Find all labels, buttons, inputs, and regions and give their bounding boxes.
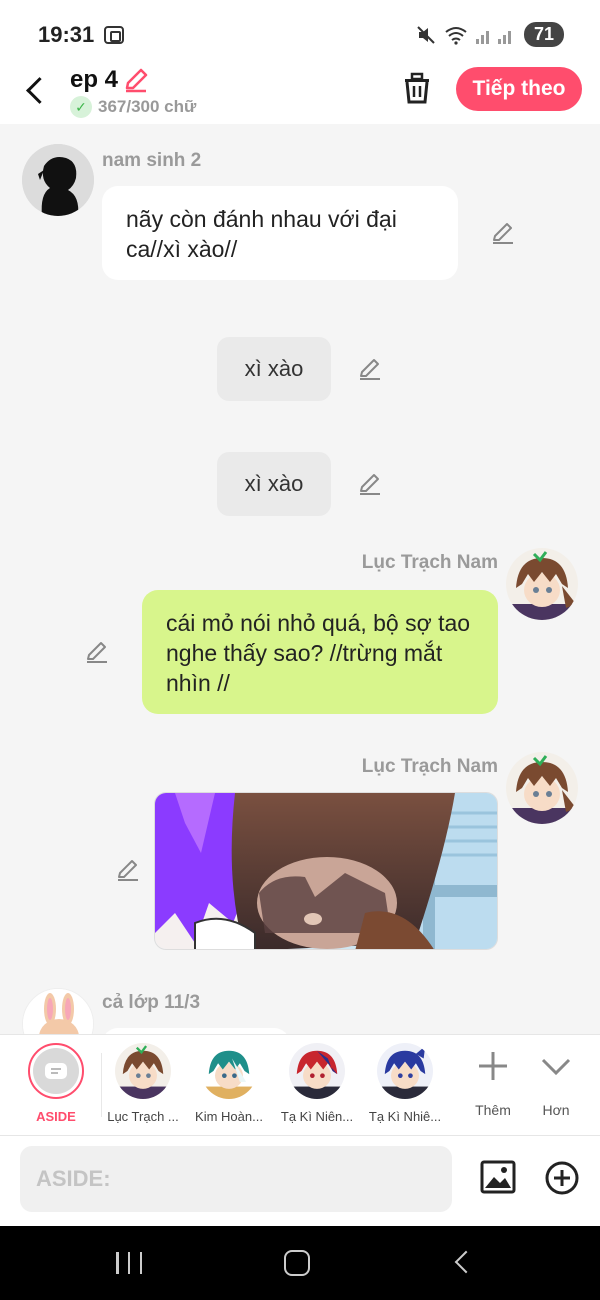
add-circle-icon[interactable] bbox=[544, 1160, 580, 1196]
status-icons: 71 bbox=[416, 22, 564, 47]
image-message[interactable] bbox=[154, 792, 498, 950]
screen-record-icon bbox=[104, 26, 124, 44]
sound-effect-bubble[interactable]: xì xào bbox=[217, 337, 331, 401]
aside-button[interactable]: ASIDE bbox=[26, 1043, 86, 1124]
more-label: Hơn bbox=[542, 1102, 570, 1118]
editor-header: ep 4 ✓ 367/300 chữ Tiếp theo bbox=[0, 64, 600, 124]
add-character-button[interactable]: Thêm bbox=[463, 1049, 523, 1118]
character-avatar bbox=[289, 1043, 345, 1099]
edit-icon[interactable] bbox=[115, 857, 141, 883]
check-icon: ✓ bbox=[70, 96, 92, 118]
add-label: Thêm bbox=[475, 1102, 511, 1118]
character-item[interactable]: Lục Trạch ... bbox=[98, 1043, 188, 1124]
speaker-name: nam sinh 2 bbox=[102, 150, 202, 171]
sound-effect-bubble[interactable]: xì xào bbox=[217, 452, 331, 516]
next-button[interactable]: Tiếp theo bbox=[456, 67, 582, 111]
word-count: ✓ 367/300 chữ bbox=[70, 96, 196, 118]
character-name: Kim Hoàn... bbox=[195, 1109, 263, 1124]
character-item[interactable]: Kim Hoàn... bbox=[184, 1043, 274, 1124]
character-name: Tạ Kì Niên... bbox=[280, 1109, 354, 1124]
mute-icon bbox=[417, 25, 435, 44]
speaker-name: Lục Trạch Nam bbox=[361, 552, 498, 573]
trash-icon[interactable] bbox=[402, 72, 432, 104]
system-nav-bar bbox=[0, 1226, 600, 1300]
chevron-down-icon bbox=[541, 1058, 571, 1076]
character-avatar bbox=[201, 1043, 257, 1099]
wifi-icon bbox=[445, 26, 467, 45]
battery-level: 71 bbox=[523, 22, 564, 47]
plus-icon bbox=[479, 1052, 507, 1080]
rabbit-icon bbox=[23, 989, 93, 1034]
avatar-nam-sinh-2[interactable] bbox=[22, 144, 94, 216]
message-input[interactable] bbox=[20, 1146, 452, 1212]
speaker-name: Lục Trạch Nam bbox=[361, 756, 498, 777]
edit-icon[interactable] bbox=[357, 471, 383, 497]
image-icon[interactable] bbox=[480, 1160, 516, 1194]
message-bubble[interactable]: nãy còn đánh nhau với đại ca//xì xào// bbox=[102, 186, 458, 280]
more-characters-button[interactable]: Hơn bbox=[526, 1049, 586, 1118]
aside-ring bbox=[28, 1043, 84, 1099]
scene-image bbox=[155, 793, 497, 949]
input-bar bbox=[0, 1136, 600, 1226]
speaker-name: cả lớp 11/3 bbox=[102, 992, 201, 1013]
edit-title-icon[interactable] bbox=[122, 66, 150, 94]
character-bar: ASIDE Lục Trạch ... Kim Hoàn... Tạ Kì Ni… bbox=[0, 1034, 600, 1136]
avatar-luc-trach-nam[interactable] bbox=[506, 548, 578, 620]
back-button[interactable] bbox=[22, 72, 52, 108]
character-avatar bbox=[115, 1043, 171, 1099]
avatar-ca-lop[interactable] bbox=[22, 988, 94, 1034]
character-portrait bbox=[506, 752, 578, 824]
signal-icon bbox=[475, 30, 511, 44]
edit-icon[interactable] bbox=[490, 220, 516, 246]
home-button[interactable] bbox=[284, 1250, 310, 1276]
character-name: Lục Trạch ... bbox=[107, 1109, 179, 1124]
character-name: Tạ Kì Nhiê... bbox=[368, 1109, 442, 1124]
episode-title[interactable]: ep 4 bbox=[70, 66, 118, 94]
recent-apps-button[interactable] bbox=[116, 1252, 142, 1274]
edit-icon[interactable] bbox=[357, 356, 383, 382]
status-time: 19:31 bbox=[38, 22, 95, 47]
character-item[interactable]: Tạ Kì Nhiê... bbox=[360, 1043, 450, 1124]
message-bubble[interactable]: cái mỏ nói nhỏ quá, bộ sợ tao nghe thấy … bbox=[142, 590, 498, 714]
status-bar: 19:31 71 bbox=[0, 0, 600, 64]
chat-bubble-icon bbox=[45, 1063, 67, 1079]
character-portrait bbox=[506, 548, 578, 620]
aside-label: ASIDE bbox=[36, 1109, 76, 1124]
character-avatar bbox=[377, 1043, 433, 1099]
system-back-button[interactable] bbox=[454, 1250, 478, 1274]
character-item[interactable]: Tạ Kì Niên... bbox=[272, 1043, 362, 1124]
silhouette-icon bbox=[22, 144, 94, 216]
avatar-luc-trach-nam[interactable] bbox=[506, 752, 578, 824]
edit-icon[interactable] bbox=[84, 639, 110, 665]
chat-area[interactable]: nam sinh 2 nãy còn đánh nhau với đại ca/… bbox=[0, 124, 600, 1034]
word-count-text: 367/300 chữ bbox=[98, 97, 197, 116]
aside-inner bbox=[33, 1048, 79, 1094]
